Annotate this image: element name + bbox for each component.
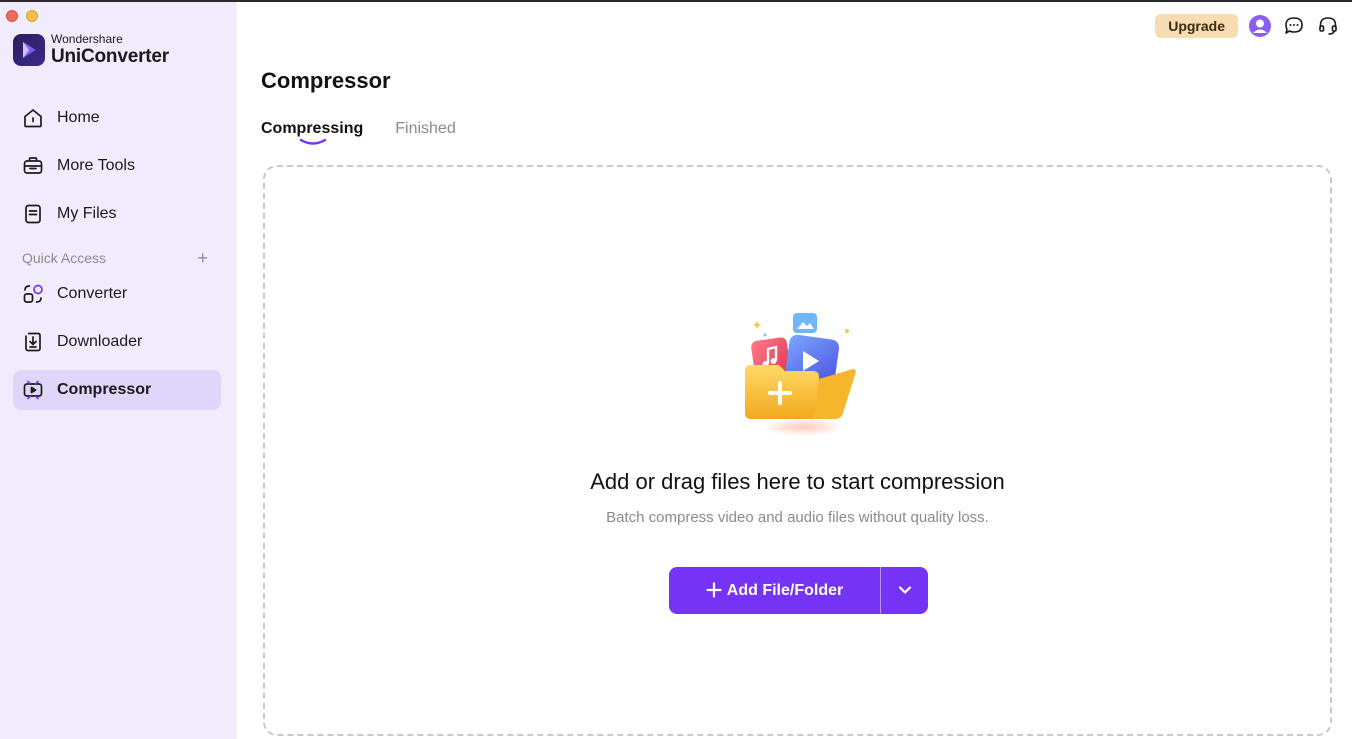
- add-quick-access-button[interactable]: +: [197, 249, 208, 267]
- add-options-dropdown-button[interactable]: [881, 567, 928, 614]
- tab-bar: Compressing Finished: [261, 120, 456, 145]
- upgrade-button[interactable]: Upgrade: [1155, 14, 1238, 38]
- main-nav: Home More Tools My Files: [13, 98, 221, 234]
- file-icon: [21, 202, 45, 226]
- window-controls: [6, 10, 38, 22]
- nav-label: Converter: [57, 285, 128, 302]
- nav-item-converter[interactable]: Converter: [13, 274, 221, 314]
- page-title: Compressor: [261, 68, 391, 93]
- file-drop-zone[interactable]: Add or drag files here to start compress…: [263, 165, 1332, 736]
- compressor-icon: [21, 378, 45, 402]
- active-tab-indicator: [299, 138, 327, 145]
- add-file-button-group: Add File/Folder: [669, 567, 928, 614]
- quick-access-nav: Converter Downloader Compressor: [13, 274, 221, 410]
- brand-product: UniConverter: [51, 46, 169, 67]
- tab-label: Compressing: [261, 120, 364, 137]
- drop-zone-subtitle: Batch compress video and audio files wit…: [606, 509, 989, 526]
- tab-label: Finished: [395, 120, 456, 137]
- brand-company: Wondershare: [51, 32, 123, 46]
- add-button-label: Add File/Folder: [726, 581, 844, 599]
- sidebar: Wondershare UniConverter Home More Tools…: [0, 0, 237, 739]
- chevron-down-icon: [898, 582, 912, 600]
- add-file-folder-button[interactable]: Add File/Folder: [669, 567, 880, 614]
- drop-zone-title: Add or drag files here to start compress…: [590, 469, 1005, 494]
- quick-access-header: Quick Access +: [22, 249, 208, 267]
- brand: Wondershare UniConverter: [13, 33, 169, 66]
- nav-label: Downloader: [57, 333, 143, 350]
- app-window: Wondershare UniConverter Home More Tools…: [0, 0, 1352, 739]
- nav-label: Home: [57, 109, 100, 126]
- minimize-window-button[interactable]: [26, 10, 38, 22]
- window-top-edge: [0, 0, 1352, 2]
- tab-finished[interactable]: Finished: [395, 120, 455, 138]
- home-icon: [21, 106, 45, 130]
- nav-label: Compressor: [57, 381, 152, 398]
- nav-label: My Files: [57, 205, 117, 222]
- nav-item-my-files[interactable]: My Files: [13, 194, 221, 234]
- close-window-button[interactable]: [6, 10, 18, 22]
- nav-item-compressor[interactable]: Compressor: [13, 370, 221, 410]
- plus-icon: [706, 580, 722, 602]
- nav-item-home[interactable]: Home: [13, 98, 221, 138]
- tab-compressing[interactable]: Compressing: [261, 120, 364, 145]
- downloader-icon: [21, 330, 45, 354]
- nav-item-more-tools[interactable]: More Tools: [13, 146, 221, 186]
- uniconverter-logo-icon: [13, 33, 45, 66]
- nav-label: More Tools: [57, 157, 135, 174]
- toolbox-icon: [21, 154, 45, 178]
- nav-item-downloader[interactable]: Downloader: [13, 322, 221, 362]
- converter-icon: [21, 282, 45, 306]
- top-toolbar: Upgrade: [1155, 14, 1340, 38]
- chat-icon[interactable]: [1282, 14, 1306, 38]
- add-files-illustration: [743, 309, 863, 439]
- avatar-icon[interactable]: [1248, 14, 1272, 38]
- headset-icon[interactable]: [1316, 14, 1340, 38]
- main-content: Upgrade Compressor Compressing Finished …: [237, 0, 1352, 739]
- quick-access-label: Quick Access: [22, 250, 107, 266]
